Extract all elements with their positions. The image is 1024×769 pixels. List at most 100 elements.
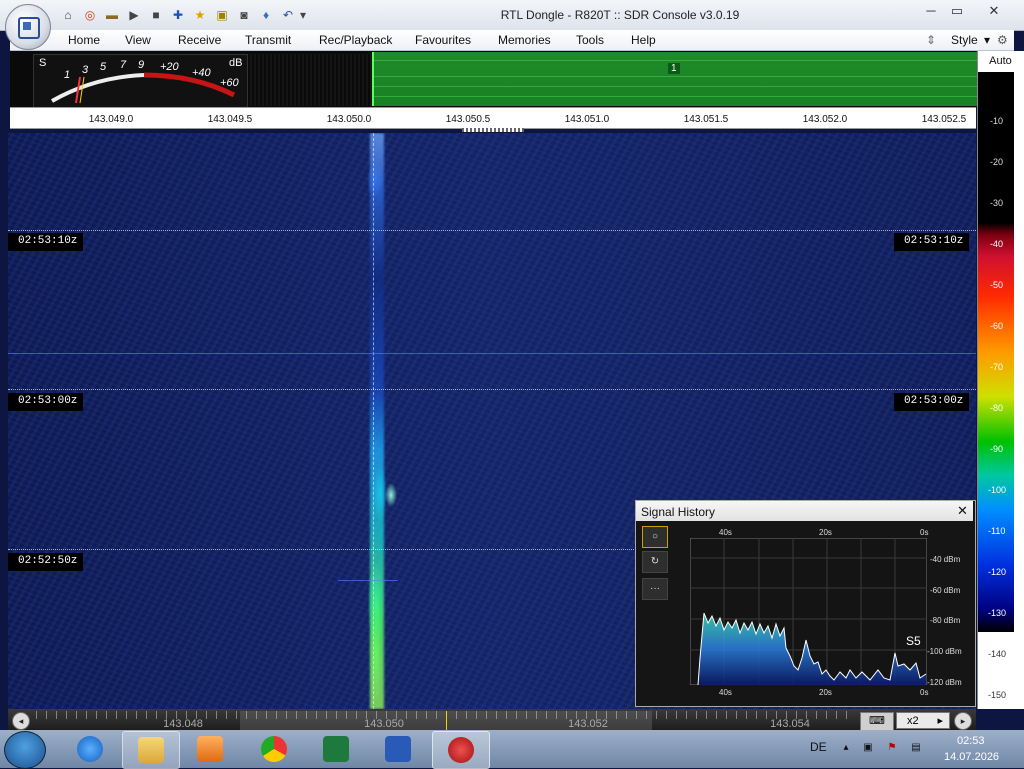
- sh-top-tick: 20s: [819, 528, 832, 537]
- time-label-right: 02:53:00z: [894, 393, 970, 411]
- zoom-label: x2: [907, 715, 919, 727]
- add-icon[interactable]: ✚: [170, 7, 186, 23]
- color-bar[interactable]: [978, 72, 1014, 632]
- db-label: -50: [990, 280, 1004, 290]
- clock-time[interactable]: 02:53: [957, 735, 985, 747]
- app-menu-button[interactable]: [5, 4, 51, 50]
- sh-dbm-label: -120 dBm: [927, 678, 962, 687]
- interference-line: [8, 353, 976, 354]
- zoom-arrow-icon: ▸: [937, 715, 943, 727]
- style-arrows-icon[interactable]: ⇕: [926, 33, 936, 47]
- time-marker-line: [8, 389, 976, 390]
- window-title: RTL Dongle - R820T :: SDR Console v3.0.1…: [500, 8, 740, 22]
- s-reading: S5: [906, 634, 921, 648]
- time-label-left: 02:53:10z: [8, 233, 84, 251]
- home-icon[interactable]: ⌂: [60, 7, 76, 23]
- db-label: -140: [988, 649, 1007, 659]
- meter-scale-9: 9: [138, 59, 145, 71]
- record-button[interactable]: ○: [642, 526, 668, 548]
- spectrum-background: [250, 54, 372, 106]
- menu-rec-playback[interactable]: Rec/Playback: [319, 33, 392, 47]
- menu-view[interactable]: View: [125, 33, 151, 47]
- more-button[interactable]: ···: [642, 578, 668, 600]
- tuned-frequency-line[interactable]: [373, 133, 374, 709]
- freq-label: 143.051.5: [683, 114, 729, 125]
- sh-dbm-label: -100 dBm: [927, 647, 962, 656]
- show-hidden-icons-icon[interactable]: ▴: [840, 742, 852, 754]
- freq-label: 143.050.0: [326, 114, 372, 125]
- tuner-cursor: [446, 711, 447, 731]
- signal-history-title: Signal History: [641, 505, 716, 519]
- drop-icon[interactable]: ♦: [258, 7, 274, 23]
- quick-access-dropdown-icon[interactable]: ▾: [298, 7, 308, 23]
- media-player-icon[interactable]: [182, 731, 238, 767]
- sh-dbm-label: -40 dBm: [930, 555, 961, 564]
- frequency-scale[interactable]: 143.049.0 143.049.5 143.050.0 143.050.5 …: [10, 107, 976, 129]
- db-label: -20: [990, 157, 1004, 167]
- style-dropdown-icon[interactable]: ▾: [984, 33, 990, 47]
- db-label: -30: [990, 198, 1004, 208]
- sdr-console-icon[interactable]: [432, 731, 490, 769]
- language-indicator[interactable]: DE: [810, 740, 827, 754]
- db-label: -110: [988, 526, 1006, 536]
- meter-scale-3: 3: [82, 64, 89, 76]
- folder-icon[interactable]: ▬: [104, 7, 120, 23]
- settings-gear-icon[interactable]: ⚙: [997, 33, 1008, 47]
- chrome-icon[interactable]: [246, 731, 302, 767]
- s-meter: S dB 1 3 5 7 9 +20 +40 +60: [33, 54, 248, 108]
- menu-home[interactable]: Home: [68, 33, 100, 47]
- close-button[interactable]: ✕: [980, 2, 1008, 20]
- star-icon[interactable]: ★: [192, 7, 208, 23]
- sh-top-tick: 40s: [719, 528, 732, 537]
- menu-memories[interactable]: Memories: [498, 33, 551, 47]
- scroll-right-icon[interactable]: ▸: [954, 712, 972, 730]
- undo-icon[interactable]: ↶: [280, 7, 296, 23]
- db-label: -150: [988, 690, 1007, 700]
- band-plan-bar[interactable]: [372, 52, 978, 106]
- clock-date[interactable]: 14.07.2026: [944, 751, 999, 763]
- network-icon[interactable]: ▤: [910, 742, 922, 754]
- menu-favourites[interactable]: Favourites: [415, 33, 471, 47]
- meter-scale-plus20: +20: [160, 61, 179, 73]
- db-label: -100: [988, 485, 1007, 495]
- word-icon[interactable]: [370, 731, 426, 767]
- db-label: -70: [990, 362, 1004, 372]
- excel-icon[interactable]: [308, 731, 364, 767]
- menu-tools[interactable]: Tools: [576, 33, 604, 47]
- meter-scale-1: 1: [64, 69, 71, 81]
- sh-top-tick: 0s: [920, 528, 929, 537]
- lock-icon[interactable]: ▣: [214, 7, 230, 23]
- internet-explorer-icon[interactable]: [62, 731, 118, 767]
- time-label-right: 02:53:10z: [894, 233, 970, 251]
- tray-app-icon[interactable]: ▣: [862, 742, 874, 754]
- freq-label: 143.050.5: [445, 114, 491, 125]
- minimize-button[interactable]: ─: [918, 2, 944, 20]
- menu-receive[interactable]: Receive: [178, 33, 221, 47]
- maximize-button[interactable]: ▭: [944, 2, 970, 20]
- stop-icon[interactable]: ■: [148, 7, 164, 23]
- play-icon[interactable]: ▶: [126, 7, 142, 23]
- tray-flag-icon[interactable]: ⚑: [886, 742, 898, 754]
- start-button[interactable]: [4, 731, 46, 769]
- zoom-button[interactable]: x2 ▸: [896, 712, 950, 729]
- time-label-left: 02:53:00z: [8, 393, 84, 411]
- db-label: dB: [229, 57, 243, 69]
- menu-transmit[interactable]: Transmit: [245, 33, 291, 47]
- style-menu[interactable]: Style: [951, 33, 978, 47]
- help-ring-icon[interactable]: ◎: [82, 7, 98, 23]
- tuner-label: 143.050: [364, 718, 404, 730]
- tuner-label: 143.052: [568, 718, 608, 730]
- scroll-left-icon[interactable]: ◂: [12, 712, 30, 730]
- resize-handle[interactable]: [462, 128, 524, 132]
- camera-icon[interactable]: ◙: [236, 7, 252, 23]
- freq-label: 143.049.0: [88, 114, 134, 125]
- menu-help[interactable]: Help: [631, 33, 656, 47]
- sh-bottom-tick: 20s: [819, 688, 832, 697]
- explorer-icon[interactable]: [122, 731, 180, 769]
- band-marker-label[interactable]: 1: [668, 63, 680, 74]
- close-icon[interactable]: ✕: [957, 503, 968, 519]
- reset-button[interactable]: ↻: [642, 551, 668, 573]
- auto-scale-button[interactable]: Auto: [977, 55, 1024, 67]
- keyboard-icon[interactable]: ⌨: [860, 712, 894, 731]
- db-label: -40: [990, 239, 1004, 249]
